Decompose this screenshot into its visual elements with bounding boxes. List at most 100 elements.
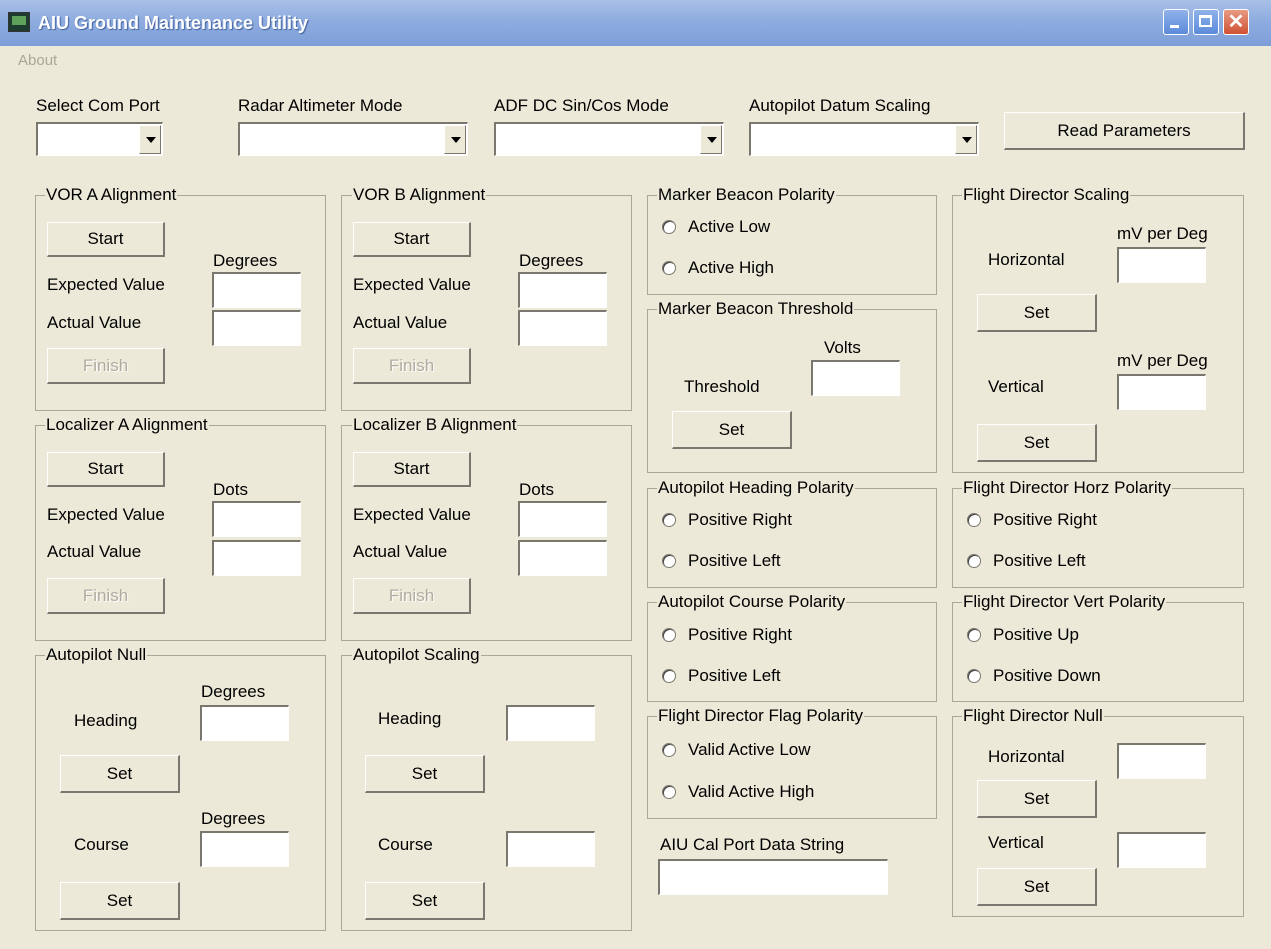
loc-a-start-button[interactable]: Start [47, 452, 165, 487]
read-parameters-button[interactable]: Read Parameters [1004, 112, 1245, 150]
title-bar[interactable]: AIU Ground Maintenance Utility ✕ [0, 0, 1271, 46]
loc-a-actual-label: Actual Value [47, 542, 142, 561]
set-label: Set [718, 419, 745, 439]
vor-b-actual-label: Actual Value [353, 313, 448, 332]
loc-b-expected-input[interactable] [518, 501, 607, 537]
ap-null-heading-set-button[interactable]: Set [60, 755, 180, 793]
radio-icon[interactable] [967, 628, 981, 642]
set-label: Set [1023, 788, 1050, 808]
loc-b-actual-input[interactable] [518, 540, 607, 576]
fd-null-vertical-set-button[interactable]: Set [977, 868, 1097, 906]
fd-horz-positive-left-radio[interactable]: Positive Left [967, 551, 1086, 571]
ap-scaling-course-input[interactable] [506, 831, 595, 867]
vor-b-start-button[interactable]: Start [353, 222, 471, 257]
vor-a-start-button[interactable]: Start [47, 222, 165, 257]
loc-a-finish-button[interactable]: Finish [47, 578, 165, 614]
vor-b-legend: VOR B Alignment [352, 185, 487, 205]
cal-port-input[interactable] [658, 859, 888, 895]
fd-null-vertical-label: Vertical [988, 833, 1044, 852]
radio-icon[interactable] [662, 669, 676, 683]
loc-b-expected-label: Expected Value [353, 505, 471, 524]
radar-alt-label: Radar Altimeter Mode [238, 96, 403, 115]
fd-vert-positive-up-radio[interactable]: Positive Up [967, 625, 1079, 645]
start-label: Start [87, 229, 124, 248]
set-label: Set [411, 890, 438, 910]
ap-null-heading-label: Heading [74, 711, 138, 730]
radio-icon[interactable] [662, 743, 676, 757]
start-label: Start [393, 229, 430, 248]
radio-icon[interactable] [662, 513, 676, 527]
mb-active-low-radio[interactable]: Active Low [662, 217, 770, 237]
vor-b-expected-input[interactable] [518, 272, 607, 308]
close-button[interactable]: ✕ [1223, 9, 1249, 35]
radio-icon[interactable] [967, 554, 981, 568]
vor-b-actual-input[interactable] [518, 310, 607, 346]
minimize-button[interactable] [1163, 9, 1189, 35]
ap-scaling-course-label: Course [378, 835, 433, 854]
radio-icon[interactable] [662, 628, 676, 642]
fd-flag-valid-high-radio[interactable]: Valid Active High [662, 782, 814, 802]
ap-null-course-set-button[interactable]: Set [60, 882, 180, 920]
ap-scaling-course-set-button[interactable]: Set [365, 882, 485, 920]
radar-alt-select[interactable] [238, 122, 468, 156]
loc-b-actual-label: Actual Value [353, 542, 448, 561]
ap-null-course-input[interactable] [200, 831, 289, 867]
set-label: Set [106, 763, 133, 783]
radio-icon[interactable] [662, 261, 676, 275]
ap-scaling-heading-set-button[interactable]: Set [365, 755, 485, 793]
mb-threshold-input[interactable] [811, 360, 900, 396]
fd-scaling-vertical-label: Vertical [988, 377, 1044, 396]
radio-label: Positive Left [688, 551, 781, 570]
adf-mode-select[interactable] [494, 122, 724, 156]
vor-b-finish-button[interactable]: Finish [353, 348, 471, 384]
fd-null-horizontal-set-button[interactable]: Set [977, 780, 1097, 818]
fd-null-vertical-input[interactable] [1117, 832, 1206, 868]
fd-null-horizontal-input[interactable] [1117, 743, 1206, 779]
fd-scaling-vertical-set-button[interactable]: Set [977, 424, 1097, 462]
finish-label: Finish [388, 585, 435, 605]
fd-horz-pol-group [952, 488, 1244, 588]
ap-heading-positive-left-radio[interactable]: Positive Left [662, 551, 781, 571]
fd-vert-positive-down-radio[interactable]: Positive Down [967, 666, 1101, 686]
ap-course-positive-right-radio[interactable]: Positive Right [662, 625, 792, 645]
radio-icon[interactable] [662, 220, 676, 234]
ap-heading-positive-right-radio[interactable]: Positive Right [662, 510, 792, 530]
ap-course-positive-left-radio[interactable]: Positive Left [662, 666, 781, 686]
vor-a-finish-button[interactable]: Finish [47, 348, 165, 384]
ap-heading-pol-legend: Autopilot Heading Polarity [657, 478, 855, 498]
mb-threshold-set-button[interactable]: Set [672, 411, 792, 449]
chevron-down-icon[interactable] [139, 125, 161, 154]
loc-b-finish-button[interactable]: Finish [353, 578, 471, 614]
loc-a-actual-input[interactable] [212, 540, 301, 576]
mb-active-high-radio[interactable]: Active High [662, 258, 774, 278]
radio-icon[interactable] [967, 513, 981, 527]
menu-about[interactable]: About [18, 52, 57, 69]
loc-b-legend: Localizer B Alignment [352, 415, 518, 435]
chevron-down-icon[interactable] [700, 125, 722, 154]
radio-icon[interactable] [967, 669, 981, 683]
maximize-button[interactable] [1193, 9, 1219, 35]
radio-icon[interactable] [662, 785, 676, 799]
loc-a-expected-input[interactable] [212, 501, 301, 537]
ap-datum-select[interactable] [749, 122, 979, 156]
radio-icon[interactable] [662, 554, 676, 568]
fd-scaling-vertical-input[interactable] [1117, 374, 1206, 410]
app-icon [8, 12, 30, 32]
radio-label: Positive Left [993, 551, 1086, 570]
loc-b-start-button[interactable]: Start [353, 452, 471, 487]
chevron-down-icon[interactable] [444, 125, 466, 154]
chevron-down-icon[interactable] [955, 125, 977, 154]
ap-scaling-heading-input[interactable] [506, 705, 595, 741]
ap-null-heading-input[interactable] [200, 705, 289, 741]
com-port-select[interactable] [36, 122, 163, 156]
vor-a-actual-input[interactable] [212, 310, 301, 346]
fd-scaling-horizontal-input[interactable] [1117, 247, 1206, 283]
fd-horz-positive-right-radio[interactable]: Positive Right [967, 510, 1097, 530]
radio-label: Positive Right [993, 510, 1097, 529]
vor-a-expected-input[interactable] [212, 272, 301, 308]
maximize-icon [1199, 15, 1212, 27]
fd-flag-valid-low-radio[interactable]: Valid Active Low [662, 740, 811, 760]
close-icon: ✕ [1227, 11, 1245, 33]
radio-label: Positive Down [993, 666, 1101, 685]
fd-scaling-horizontal-set-button[interactable]: Set [977, 294, 1097, 332]
